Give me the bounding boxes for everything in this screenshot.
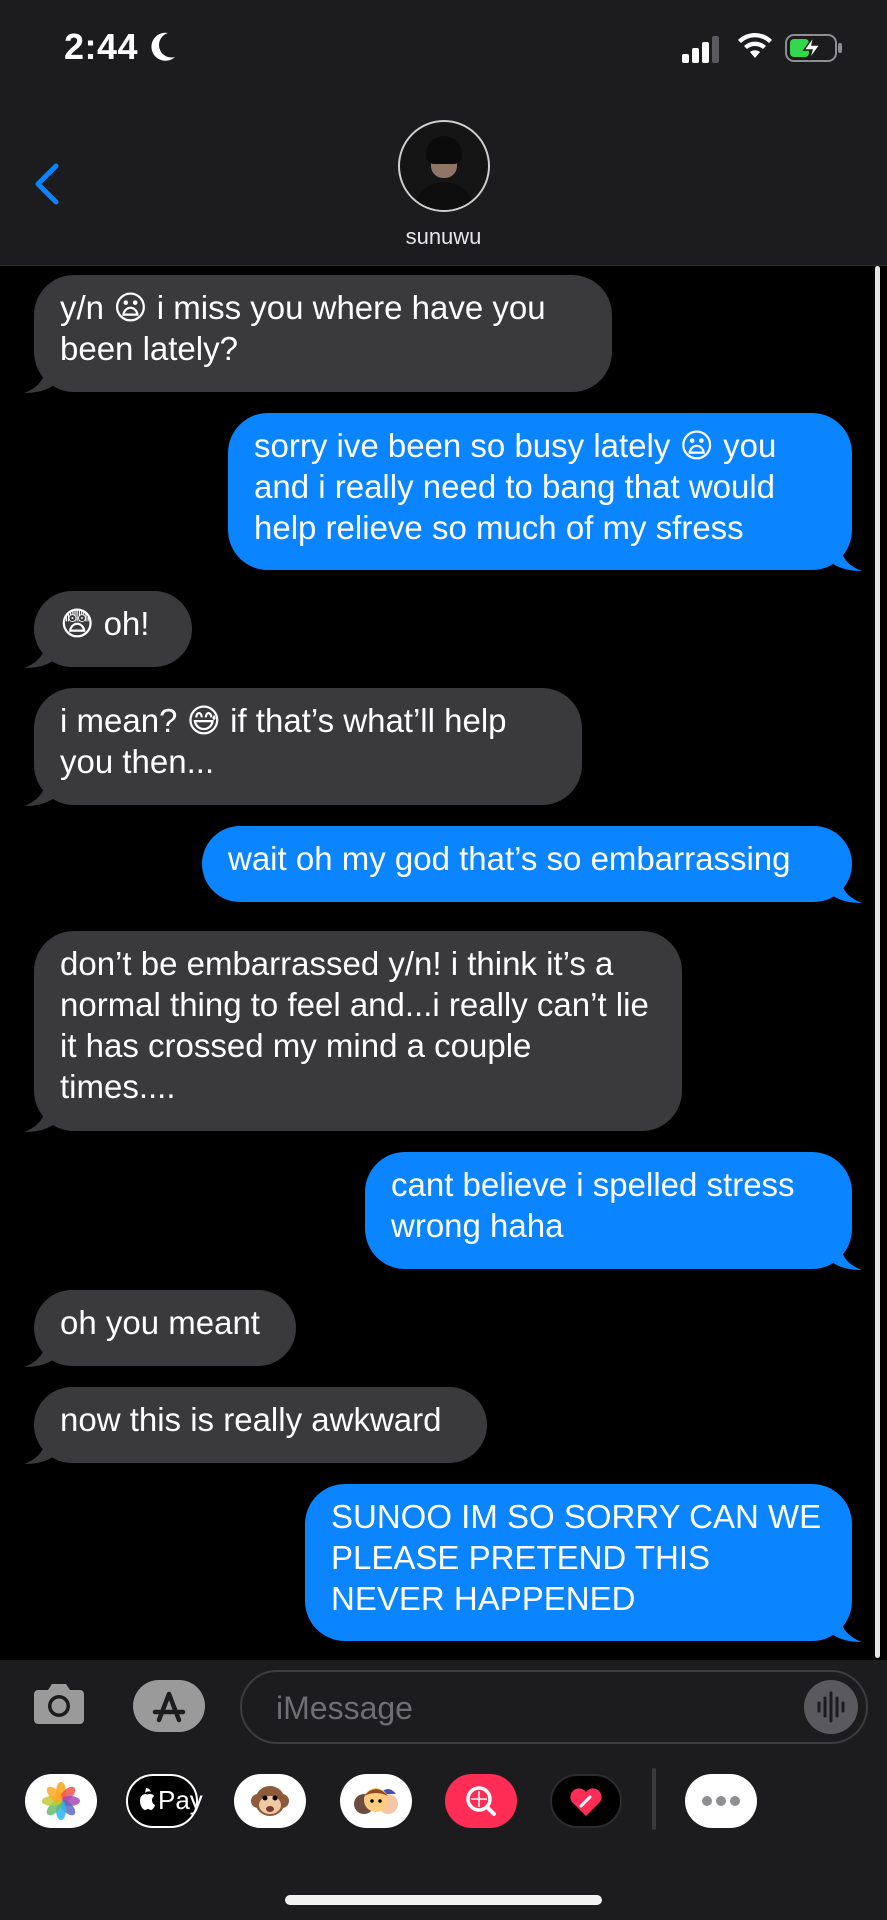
message-input-placeholder: iMessage bbox=[276, 1690, 413, 1726]
message-text: oh you meant bbox=[60, 1304, 260, 1341]
message-text: cant believe i spelled stress wrong haha bbox=[391, 1166, 795, 1244]
moon-icon bbox=[151, 32, 175, 61]
message-bubble-outgoing[interactable]: cant believe i spelled stress wrong haha bbox=[365, 1152, 862, 1270]
message-text: sorry ive been so busy lately 😦 you and … bbox=[254, 427, 777, 546]
scrollbar[interactable] bbox=[875, 266, 880, 1658]
contact-name[interactable]: sunuwu bbox=[0, 224, 887, 250]
photos-app-icon[interactable] bbox=[25, 1774, 97, 1828]
back-chevron-icon[interactable] bbox=[32, 162, 62, 206]
message-text: wait oh my god that’s so embarrassing bbox=[228, 840, 791, 877]
bubble-tail bbox=[24, 638, 54, 668]
message-bubble-incoming[interactable]: y/n 😦 i miss you where have you been lat… bbox=[24, 275, 612, 393]
bubble-tail bbox=[24, 363, 54, 393]
battery-charging-icon bbox=[785, 34, 842, 62]
home-indicator[interactable] bbox=[285, 1895, 602, 1905]
message-text: don’t be embarrassed y/n! i think it’s a… bbox=[60, 945, 649, 1105]
message-bubble-incoming[interactable]: now this is really awkward bbox=[24, 1387, 487, 1464]
bubble-tail bbox=[832, 541, 862, 571]
message-bubble-incoming[interactable]: don’t be embarrassed y/n! i think it’s a… bbox=[24, 931, 682, 1132]
camera-icon[interactable] bbox=[32, 1678, 86, 1726]
audio-message-button[interactable] bbox=[804, 1680, 858, 1734]
bubble-tail bbox=[24, 1434, 54, 1464]
status-time: 2:44 bbox=[64, 26, 139, 67]
status-bar: 2:44 bbox=[0, 0, 887, 100]
more-apps-icon[interactable] bbox=[685, 1774, 757, 1828]
bubble-tail bbox=[832, 873, 862, 903]
wifi-icon bbox=[738, 32, 772, 58]
message-text: i mean? 😅 if that’s what’ll help you the… bbox=[60, 702, 507, 780]
digital-touch-app-icon[interactable] bbox=[550, 1774, 622, 1828]
conversation-header: sunuwu bbox=[0, 100, 887, 266]
waveform-icon bbox=[817, 1691, 845, 1723]
message-bubble-incoming[interactable]: oh you meant bbox=[24, 1290, 296, 1367]
app-drawer: Pay bbox=[0, 1752, 887, 1920]
contact-avatar[interactable] bbox=[398, 120, 490, 212]
message-input[interactable]: iMessage bbox=[240, 1670, 868, 1744]
bubble-tail bbox=[24, 776, 54, 806]
message-text: now this is really awkward bbox=[60, 1401, 442, 1438]
app-store-icon bbox=[152, 1691, 186, 1723]
message-bubble-outgoing[interactable]: sorry ive been so busy lately 😦 you and … bbox=[228, 413, 862, 571]
apple-pay-label: Pay bbox=[158, 1785, 203, 1815]
bubble-tail bbox=[24, 1337, 54, 1367]
message-bubble-incoming[interactable]: 😨 oh! bbox=[24, 591, 192, 668]
bubble-tail bbox=[24, 1102, 54, 1132]
tray-divider bbox=[652, 1768, 656, 1830]
bubble-tail bbox=[832, 1612, 862, 1642]
apple-pay-app-icon[interactable]: Pay bbox=[126, 1774, 203, 1828]
message-bubble-incoming[interactable]: i mean? 😅 if that’s what’ll help you the… bbox=[24, 688, 582, 806]
message-text: 😨 oh! bbox=[60, 605, 150, 642]
animoji-app-icon[interactable] bbox=[234, 1774, 306, 1828]
app-store-button[interactable] bbox=[133, 1680, 205, 1732]
memoji-app-icon[interactable] bbox=[340, 1774, 412, 1828]
message-text: SUNOO IM SO SORRY CAN WE PLEASE PRETEND … bbox=[331, 1498, 822, 1617]
bubble-tail bbox=[832, 1240, 862, 1270]
message-bubble-outgoing[interactable]: wait oh my god that’s so embarrassing bbox=[202, 826, 862, 903]
images-search-app-icon[interactable] bbox=[445, 1774, 517, 1828]
cellular-signal-icon bbox=[682, 36, 719, 63]
compose-bar: iMessage bbox=[0, 1660, 887, 1752]
message-bubble-outgoing[interactable]: SUNOO IM SO SORRY CAN WE PLEASE PRETEND … bbox=[305, 1484, 862, 1642]
message-list: y/n 😦 i miss you where have you been lat… bbox=[0, 266, 887, 1658]
message-text: y/n 😦 i miss you where have you been lat… bbox=[60, 289, 546, 367]
